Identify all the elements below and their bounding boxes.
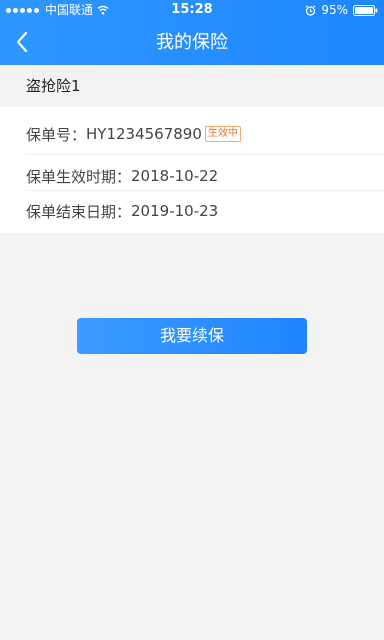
policy-end-value: 2019-10-23	[131, 202, 219, 220]
battery-percent: 95%	[321, 3, 348, 17]
policy-start-label: 保单生效时期：	[26, 167, 132, 186]
policy-number-label: 保单号：	[26, 125, 87, 144]
screen: 中国联通 15:28 95% 我的保险 盗抢险1 保单号： HY12345678…	[0, 0, 384, 640]
policy-end-label: 保单结束日期：	[26, 202, 132, 221]
alarm-icon	[305, 4, 316, 16]
policy-number-value: HY1234567890	[86, 125, 202, 143]
policy-end-row: 保单结束日期： 2019-10-23	[0, 190, 384, 232]
policy-name-bar: 盗抢险1	[0, 65, 384, 107]
header: 中国联通 15:28 95% 我的保险	[0, 0, 384, 65]
renew-button[interactable]: 我要续保	[77, 318, 307, 354]
policy-number-row: 保单号： HY1234567890 生效中	[0, 113, 384, 155]
page-title: 我的保险	[156, 32, 228, 53]
status-badge: 生效中	[204, 126, 241, 142]
status-right: 95%	[305, 0, 378, 20]
nav-bar: 我的保险	[0, 20, 384, 65]
status-bar: 中国联通 15:28 95%	[0, 0, 384, 20]
policy-detail-card: 保单号： HY1234567890 生效中 保单生效时期： 2018-10-22…	[0, 107, 384, 233]
battery-icon	[353, 4, 378, 16]
policy-name: 盗抢险1	[26, 77, 81, 95]
policy-start-value: 2018-10-22	[131, 167, 219, 185]
